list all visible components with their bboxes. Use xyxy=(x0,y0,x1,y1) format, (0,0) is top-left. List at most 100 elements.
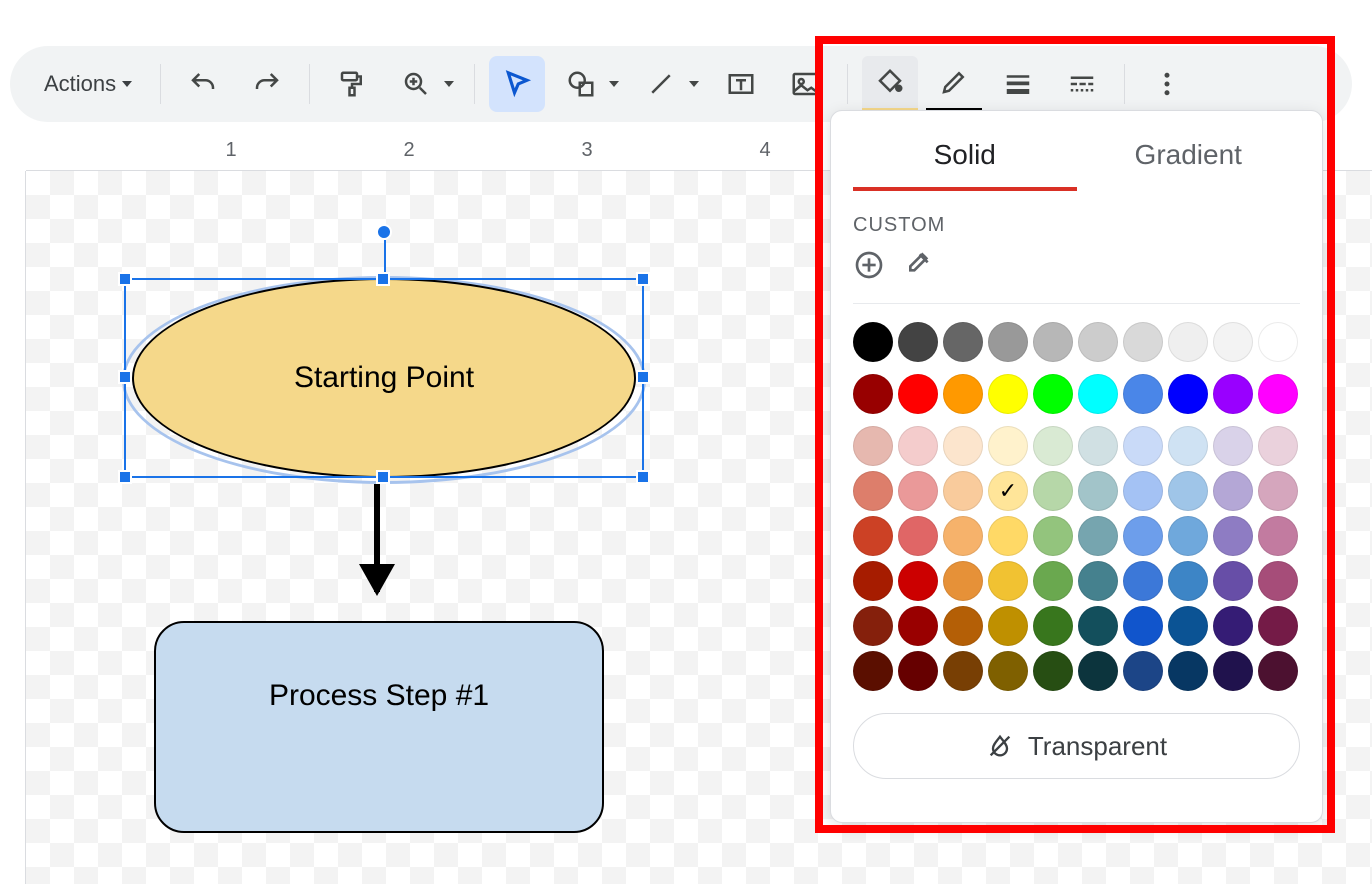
color-swatch[interactable] xyxy=(898,516,938,556)
color-swatch[interactable] xyxy=(1258,561,1298,601)
resize-handle-ml[interactable] xyxy=(118,370,132,384)
redo-button[interactable] xyxy=(239,56,295,112)
line-tool-button[interactable] xyxy=(633,56,689,112)
color-swatch[interactable] xyxy=(898,606,938,646)
color-swatch[interactable] xyxy=(1213,561,1253,601)
border-color-button[interactable] xyxy=(926,56,982,112)
color-swatch[interactable] xyxy=(853,516,893,556)
resize-handle-tm[interactable] xyxy=(376,272,390,286)
color-swatch[interactable] xyxy=(1123,374,1163,414)
color-swatch[interactable] xyxy=(1168,516,1208,556)
color-swatch[interactable] xyxy=(988,606,1028,646)
color-swatch[interactable] xyxy=(943,374,983,414)
color-swatch[interactable] xyxy=(1078,322,1118,362)
shape-tool-button[interactable] xyxy=(553,56,609,112)
selection-box[interactable] xyxy=(124,278,644,478)
color-swatch[interactable] xyxy=(1078,374,1118,414)
image-button[interactable] xyxy=(777,56,833,112)
color-swatch[interactable] xyxy=(1168,426,1208,466)
color-swatch[interactable] xyxy=(1123,651,1163,691)
color-swatch[interactable] xyxy=(898,426,938,466)
chevron-down-icon[interactable] xyxy=(609,81,619,87)
color-swatch[interactable] xyxy=(988,651,1028,691)
rotation-handle[interactable] xyxy=(376,224,392,240)
color-swatch[interactable] xyxy=(1258,471,1298,511)
color-swatch[interactable] xyxy=(1258,374,1298,414)
color-swatch[interactable] xyxy=(1213,374,1253,414)
tab-gradient[interactable]: Gradient xyxy=(1077,129,1301,191)
actions-menu-button[interactable]: Actions xyxy=(30,71,146,97)
color-swatch[interactable] xyxy=(1213,651,1253,691)
color-swatch[interactable] xyxy=(943,471,983,511)
color-swatch[interactable] xyxy=(1123,322,1163,362)
color-swatch[interactable] xyxy=(1123,426,1163,466)
zoom-button[interactable] xyxy=(388,56,444,112)
tab-solid[interactable]: Solid xyxy=(853,129,1077,191)
color-swatch[interactable] xyxy=(1213,426,1253,466)
chevron-down-icon[interactable] xyxy=(689,81,699,87)
border-weight-button[interactable] xyxy=(990,56,1046,112)
color-swatch[interactable] xyxy=(853,374,893,414)
color-swatch[interactable] xyxy=(1258,322,1298,362)
color-swatch[interactable] xyxy=(1168,651,1208,691)
color-swatch[interactable] xyxy=(853,651,893,691)
color-swatch[interactable] xyxy=(1123,561,1163,601)
resize-handle-tr[interactable] xyxy=(636,272,650,286)
eyedropper-button[interactable] xyxy=(901,249,933,281)
color-swatch[interactable] xyxy=(1033,471,1073,511)
border-dash-button[interactable] xyxy=(1054,56,1110,112)
color-swatch[interactable] xyxy=(943,322,983,362)
color-swatch[interactable] xyxy=(853,322,893,362)
resize-handle-bl[interactable] xyxy=(118,470,132,484)
color-swatch[interactable] xyxy=(1123,606,1163,646)
color-swatch[interactable] xyxy=(988,561,1028,601)
color-swatch[interactable] xyxy=(988,516,1028,556)
color-swatch[interactable] xyxy=(1168,471,1208,511)
resize-handle-bm[interactable] xyxy=(376,470,390,484)
resize-handle-tl[interactable] xyxy=(118,272,132,286)
color-swatch[interactable] xyxy=(898,561,938,601)
color-swatch[interactable] xyxy=(988,374,1028,414)
color-swatch[interactable] xyxy=(1168,561,1208,601)
color-swatch[interactable] xyxy=(898,374,938,414)
color-swatch[interactable] xyxy=(853,606,893,646)
color-swatch[interactable] xyxy=(1213,322,1253,362)
color-swatch[interactable] xyxy=(1033,651,1073,691)
color-swatch[interactable] xyxy=(1078,516,1118,556)
color-swatch[interactable] xyxy=(943,516,983,556)
color-swatch[interactable] xyxy=(1078,606,1118,646)
color-swatch[interactable] xyxy=(988,426,1028,466)
color-swatch[interactable] xyxy=(1078,651,1118,691)
connector-arrow[interactable] xyxy=(374,484,380,592)
color-swatch[interactable] xyxy=(1123,471,1163,511)
color-swatch[interactable] xyxy=(898,471,938,511)
color-swatch[interactable] xyxy=(1213,606,1253,646)
color-swatch[interactable] xyxy=(943,561,983,601)
more-options-button[interactable] xyxy=(1139,56,1195,112)
transparent-button[interactable]: Transparent xyxy=(853,713,1300,779)
color-swatch[interactable] xyxy=(853,471,893,511)
color-swatch[interactable] xyxy=(1213,516,1253,556)
color-swatch[interactable] xyxy=(1258,651,1298,691)
text-box-button[interactable] xyxy=(713,56,769,112)
color-swatch[interactable] xyxy=(898,322,938,362)
process-node[interactable]: Process Step #1 xyxy=(154,621,604,833)
add-color-button[interactable] xyxy=(853,249,885,281)
resize-handle-br[interactable] xyxy=(636,470,650,484)
color-swatch[interactable] xyxy=(853,561,893,601)
color-swatch[interactable] xyxy=(1078,471,1118,511)
undo-button[interactable] xyxy=(175,56,231,112)
color-swatch[interactable] xyxy=(1078,426,1118,466)
color-swatch[interactable] xyxy=(988,322,1028,362)
color-swatch[interactable] xyxy=(1168,606,1208,646)
color-swatch[interactable] xyxy=(943,651,983,691)
color-swatch[interactable] xyxy=(853,426,893,466)
color-swatch[interactable] xyxy=(943,426,983,466)
color-swatch[interactable] xyxy=(943,606,983,646)
color-swatch[interactable] xyxy=(1033,561,1073,601)
color-swatch[interactable] xyxy=(1033,374,1073,414)
color-swatch[interactable] xyxy=(1168,322,1208,362)
color-swatch[interactable] xyxy=(1033,426,1073,466)
color-swatch[interactable] xyxy=(1258,426,1298,466)
color-swatch[interactable] xyxy=(1033,606,1073,646)
